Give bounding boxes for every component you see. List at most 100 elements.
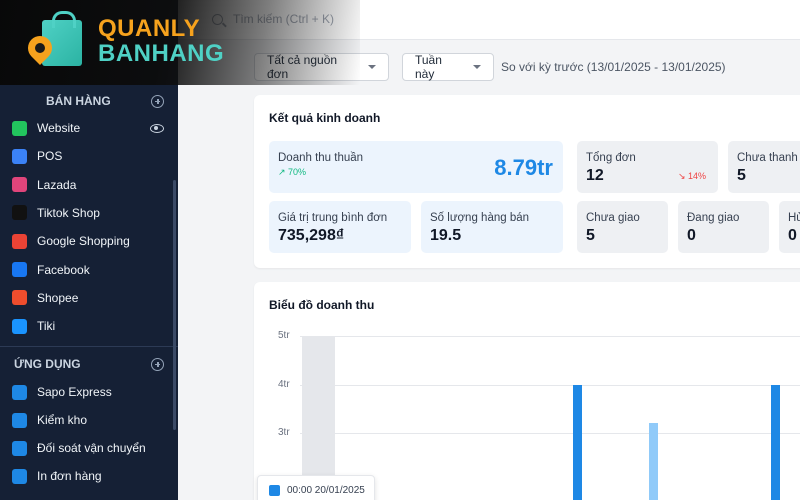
unpaid-label: Chưa thanh t [737,152,800,164]
sidebar-item-print[interactable]: In đơn hàng [12,465,168,487]
unpaid-metric[interactable]: Chưa thanh t 5 [728,141,800,193]
source-filter[interactable]: Tất cả nguồn đơn [254,53,389,81]
sidebar-item-label: Tiktok Shop [37,205,100,220]
cancelled-value: 0 [788,227,797,244]
avg-order-value-metric[interactable]: Giá trị trung bình đơn 735,298₫ [269,201,411,253]
sales-channels-header: BÁN HÀNG [14,94,164,108]
sidebar-item-label: Tiki [37,319,56,334]
shipping-metric[interactable]: Đang giao 0 [678,201,769,253]
items-sold-metric[interactable]: Số lượng hàng bán 19.5 [421,201,563,253]
tooltip-text: 00:00 20/01/2025 [287,484,365,496]
facebook-icon [12,262,27,277]
revenue-bar[interactable] [649,423,658,500]
sidebar-scrollbar[interactable] [173,180,176,430]
logo-line1: QUANLY [98,15,201,42]
y-tick-label: 5tr [278,330,290,341]
shopee-icon [12,290,27,306]
sidebar-item-label: Shopee [37,290,79,305]
sidebar-item-label: Google Shopping [37,234,130,249]
total-orders-change: ↘ 14% [677,171,706,181]
pos-icon [12,148,27,164]
cancelled-metric[interactable]: Hủ 0 [779,201,800,253]
net-revenue-metric[interactable]: Doanh thu thuần ↗ 70% 8.79tr [269,141,563,193]
eye-icon[interactable] [150,123,164,133]
sidebar-item-label: In đơn hàng [37,469,102,483]
sidebar-item-label: Facebook [37,262,90,277]
inventory-icon [12,412,27,428]
y-tick-label: 4tr [278,378,290,390]
tiktok-icon [12,205,27,221]
chart-gridline [300,384,800,386]
compare-period-text: So với kỳ trước (13/01/2025 - 13/01/2025… [501,60,726,74]
net-revenue-label: Doanh thu thuần [278,152,364,164]
sidebar-item-facebook[interactable]: Facebook [12,259,168,281]
logo: QUANLY BANHANG [23,11,225,70]
revenue-bar[interactable] [771,384,780,500]
topbar: Tìm kiếm (Ctrl + K) [178,0,800,40]
sidebar-item-tiki[interactable]: Tiki [12,315,168,337]
period-filter[interactable]: Tuần này [402,53,494,81]
tooltip-swatch [269,484,280,496]
sidebar-item-label: Lazada [37,177,77,192]
shipping-reconcile-icon [12,440,27,456]
total-orders-value: 12 [586,167,604,184]
chevron-down-icon [368,65,376,69]
business-results-title: Kết quả kinh doanh [269,111,381,125]
sidebar-item-lazada[interactable]: Lazada [12,174,168,196]
search-input[interactable]: Tìm kiếm (Ctrl + K) [233,12,334,26]
total-orders-label: Tổng đơn [586,152,636,164]
website-icon [12,120,27,136]
add-app-icon[interactable] [151,357,164,371]
sidebar-item-sapo-express[interactable]: Sapo Express [12,381,168,403]
sidebar-item-label: Website [37,121,81,135]
chevron-down-icon [473,65,481,69]
items-sold-label: Số lượng hàng bán [430,212,530,224]
add-channel-icon[interactable] [151,94,164,108]
tiki-icon [12,318,27,334]
net-revenue-value: 8.79tr [494,155,553,180]
unpaid-value: 5 [737,167,746,184]
sidebar: BÁN HÀNG Website POS Lazada Tiktok Shop Goog… [0,0,178,500]
search-bar[interactable]: Tìm kiếm (Ctrl + K) [212,12,334,26]
sidebar-item-google-shopping[interactable]: Google Shopping [12,230,168,252]
avg-order-value-label: Giá trị trung bình đơn [278,212,388,224]
revenue-chart-card: Biểu đồ doanh thu [254,282,800,500]
sidebar-item-pos[interactable]: POS [12,145,168,167]
sapo-express-icon [12,384,27,400]
revenue-bar[interactable] [573,384,582,500]
print-icon [12,468,27,484]
shipping-label: Đang giao [687,212,740,224]
sidebar-item-shipping-reconcile[interactable]: Đối soát vận chuyển [12,437,168,459]
not-shipped-label: Chưa giao [586,212,640,224]
apps-title: ỨNG DỤNG [14,357,81,371]
sidebar-item-inventory[interactable]: Kiểm kho [12,409,168,431]
avg-order-value-value: 735,298₫ [278,227,345,244]
sidebar-item-tiktok[interactable]: Tiktok Shop [12,202,168,224]
revenue-chart-title: Biểu đồ doanh thu [269,298,375,312]
chart-gridline [300,336,800,337]
net-revenue-change: ↗ 70% [278,167,307,177]
sidebar-item-label: Đối soát vận chuyển [37,441,146,455]
chart-tooltip: 00:00 20/01/2025 [257,475,375,500]
chart-gridline [300,433,800,434]
cancelled-label: Hủ [788,212,800,224]
not-shipped-metric[interactable]: Chưa giao 5 [577,201,668,253]
sidebar-item-website[interactable]: Website [12,117,168,139]
source-filter-label: Tất cả nguồn đơn [267,53,338,81]
logo-line2: BANHANG [98,40,225,67]
sales-channels-title: BÁN HÀNG [46,94,111,108]
lazada-icon [12,177,27,193]
apps-header: ỨNG DỤNG [14,357,164,371]
not-shipped-value: 5 [586,227,595,244]
shopping-bag-pin-icon [23,11,88,70]
sidebar-item-label: Kiểm kho [37,413,88,427]
items-sold-value: 19.5 [430,227,462,244]
sidebar-item-label: POS [37,149,63,164]
google-shopping-icon [12,233,27,249]
y-tick-label: 3tr [278,427,290,438]
period-filter-label: Tuần này [415,53,442,81]
sidebar-item-label: Sapo Express [37,385,112,399]
shipping-value: 0 [687,227,696,244]
sidebar-item-shopee[interactable]: Shopee [12,287,168,309]
total-orders-metric[interactable]: Tổng đơn 12 ↘ 14% [577,141,718,193]
